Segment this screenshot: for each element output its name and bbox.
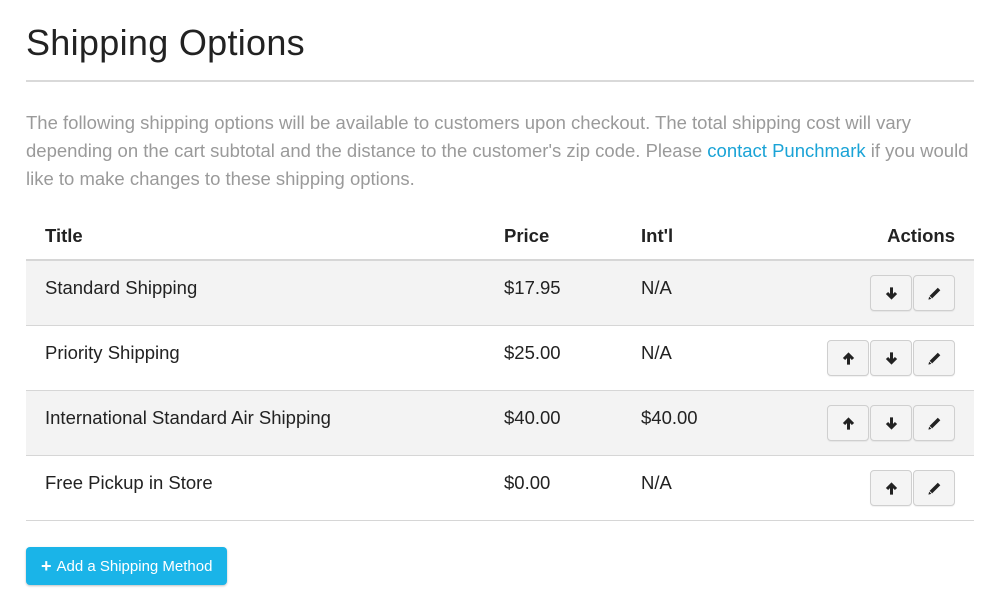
shipping-intl-price-cell: N/A	[622, 325, 782, 391]
edit-button[interactable]	[913, 470, 955, 506]
shipping-intl-price: N/A	[641, 277, 672, 298]
shipping-title: Free Pickup in Store	[45, 472, 213, 493]
plus-icon: +	[41, 556, 52, 576]
pencil-icon	[927, 286, 942, 301]
actions-cell	[782, 260, 974, 326]
shipping-intl-price-cell: N/A	[622, 455, 782, 521]
column-header-intl: Int'l	[622, 212, 782, 261]
move-down-button[interactable]	[870, 275, 912, 311]
shipping-title-cell: Standard Shipping	[26, 260, 485, 326]
table-row: Priority Shipping $25.00 N/A	[26, 325, 974, 391]
pencil-icon	[927, 416, 942, 431]
arrow-down-icon	[884, 416, 899, 431]
shipping-title: Priority Shipping	[45, 342, 180, 363]
shipping-title: International Standard Air Shipping	[45, 407, 331, 428]
move-down-button[interactable]	[870, 405, 912, 441]
arrow-up-icon	[841, 416, 856, 431]
arrow-down-icon	[884, 351, 899, 366]
shipping-title-cell: International Standard Air Shipping	[26, 390, 485, 456]
table-header-row: Title Price Int'l Actions	[26, 212, 974, 261]
shipping-options-table: Title Price Int'l Actions Standard Shipp…	[26, 212, 974, 521]
edit-button[interactable]	[913, 340, 955, 376]
row-actions	[827, 405, 955, 441]
row-actions	[870, 275, 955, 311]
table-row: Free Pickup in Store $0.00 N/A	[26, 455, 974, 521]
pencil-icon	[927, 351, 942, 366]
arrow-up-icon	[841, 351, 856, 366]
table-row: International Standard Air Shipping $40.0…	[26, 390, 974, 456]
shipping-title: Standard Shipping	[45, 277, 198, 298]
move-down-button[interactable]	[870, 340, 912, 376]
column-header-price: Price	[485, 212, 622, 261]
add-shipping-method-button[interactable]: + Add a Shipping Method	[26, 547, 228, 585]
shipping-title-cell: Priority Shipping	[26, 325, 485, 391]
shipping-intl-price: N/A	[641, 472, 672, 493]
shipping-price-cell: $17.95	[485, 260, 622, 326]
shipping-price-cell: $25.00	[485, 325, 622, 391]
actions-cell	[782, 325, 974, 391]
edit-button[interactable]	[913, 405, 955, 441]
move-up-button[interactable]	[827, 405, 869, 441]
shipping-price: $0.00	[504, 472, 551, 493]
column-header-title: Title	[26, 212, 485, 261]
actions-cell	[782, 390, 974, 456]
column-header-actions: Actions	[782, 212, 974, 261]
shipping-intl-price: N/A	[641, 342, 672, 363]
shipping-price: $17.95	[504, 277, 561, 298]
move-up-button[interactable]	[870, 470, 912, 506]
add-shipping-method-label: Add a Shipping Method	[56, 557, 213, 575]
table-row: Standard Shipping $17.95 N/A	[26, 260, 974, 326]
row-actions	[870, 470, 955, 506]
pencil-icon	[927, 481, 942, 496]
shipping-price: $25.00	[504, 342, 561, 363]
shipping-intl-price-cell: N/A	[622, 260, 782, 326]
row-actions	[827, 340, 955, 376]
intro-text: The following shipping options will be a…	[26, 109, 976, 193]
arrow-up-icon	[884, 481, 899, 496]
shipping-price-cell: $0.00	[485, 455, 622, 521]
shipping-title-cell: Free Pickup in Store	[26, 455, 485, 521]
contact-punchmark-link[interactable]: contact Punchmark	[707, 140, 865, 161]
title-divider	[26, 80, 974, 82]
shipping-intl-price: $40.00	[641, 407, 698, 428]
shipping-price: $40.00	[504, 407, 561, 428]
actions-cell	[782, 455, 974, 521]
shipping-intl-price-cell: $40.00	[622, 390, 782, 456]
edit-button[interactable]	[913, 275, 955, 311]
shipping-price-cell: $40.00	[485, 390, 622, 456]
arrow-down-icon	[884, 286, 899, 301]
move-up-button[interactable]	[827, 340, 869, 376]
page-title: Shipping Options	[26, 22, 305, 63]
